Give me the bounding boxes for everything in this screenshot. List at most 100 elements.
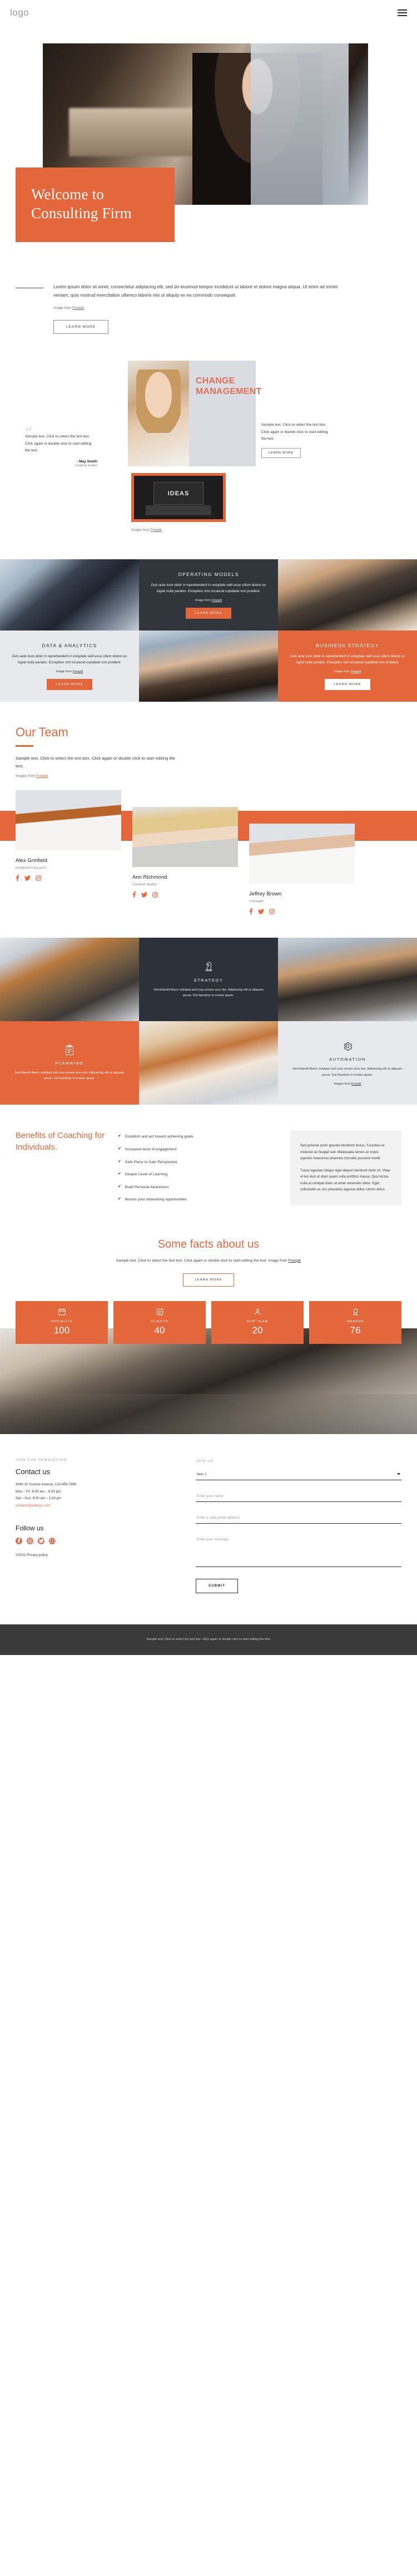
twitter-icon[interactable] bbox=[258, 909, 264, 914]
hero-learn-more-button[interactable]: LEARN MORE bbox=[53, 320, 109, 334]
counter-label: OUR TEAM bbox=[246, 1320, 269, 1324]
service-title: BUSINESS STRATEGY bbox=[316, 642, 379, 648]
hamburger-bar bbox=[398, 12, 407, 13]
hero-credit-link[interactable]: Freepik bbox=[72, 306, 84, 310]
hero-title-line1: Welcome to bbox=[31, 186, 105, 203]
twitter-icon[interactable] bbox=[24, 875, 31, 881]
benefit-label: Boosts your networking opportunities bbox=[125, 1198, 187, 1202]
team-underline bbox=[16, 745, 33, 747]
laptop-screen: IDEAS bbox=[153, 482, 203, 505]
feature-title: AUTOMATION bbox=[329, 1057, 366, 1062]
benefits-section: Benefits of Coaching for Individuals. ✔ E… bbox=[0, 1105, 417, 1209]
contact-phone: Mon – Fri: 9:00 am – 6:00 pm, bbox=[16, 1489, 62, 1494]
service-text: Duis aute irure dolor in reprehenderit i… bbox=[290, 654, 405, 665]
change-credit-link[interactable]: Freepik bbox=[151, 529, 162, 532]
submit-button[interactable]: SUBMIT bbox=[196, 1578, 239, 1593]
feature-text: Sed blandit libero volutpat sed cras orn… bbox=[153, 988, 264, 998]
facebook-icon[interactable] bbox=[132, 891, 136, 898]
contact-email[interactable]: contacts@esbnyc.com bbox=[16, 1504, 50, 1508]
service-credit: Image from Freepik bbox=[195, 599, 222, 602]
team-member-name: Jeffrey Brown bbox=[249, 890, 282, 897]
service-credit-link[interactable]: Freepik bbox=[73, 670, 83, 673]
service-credit-link[interactable]: Freepik bbox=[351, 670, 361, 673]
feature-text: Sed blandit libero volutpat sed cras orn… bbox=[14, 1071, 125, 1081]
hero-banner: Welcome to Consulting Firm bbox=[16, 168, 175, 242]
check-icon: ✔ bbox=[118, 1184, 121, 1189]
check-icon: ✔ bbox=[118, 1134, 121, 1139]
team-card: Ann Richmond creative leader bbox=[132, 807, 238, 898]
facebook-icon[interactable] bbox=[16, 1537, 22, 1544]
change-learn-more-button[interactable]: LEARN MORE bbox=[261, 447, 301, 458]
benefits-heading: Benefits of Coaching for Individuals. bbox=[16, 1131, 105, 1152]
check-icon: ✔ bbox=[118, 1197, 121, 1201]
benefit-item: ✔ Establish and act toward achieving goal… bbox=[118, 1134, 282, 1140]
team-member-name: Ann Richmond bbox=[132, 874, 167, 880]
twitter-icon[interactable] bbox=[141, 892, 147, 898]
change-title: CHANGE MANAGEMENT bbox=[196, 376, 324, 397]
team-credit: Images from Freepik bbox=[16, 774, 401, 778]
counter-label: PROJECTS bbox=[51, 1320, 73, 1324]
avatar bbox=[16, 790, 121, 851]
team-heading: Our Team bbox=[16, 725, 68, 740]
footer-social-links bbox=[16, 1537, 182, 1544]
service-credit-link[interactable]: Freepik bbox=[212, 599, 222, 602]
contact-section: JOIN OUR NEWSLETTER Contact us 3040 10 S… bbox=[0, 1434, 417, 1593]
change-right-text: Sample text. Click to select the text bo… bbox=[261, 423, 328, 441]
benefits-aside-p1: Sed pulvinar proin gravida hendrerit lec… bbox=[300, 1144, 385, 1161]
team-icon bbox=[215, 1308, 300, 1316]
clients-icon bbox=[117, 1308, 202, 1316]
email-field[interactable] bbox=[196, 1510, 401, 1524]
change-credit: Images from Freepik bbox=[131, 529, 162, 532]
avatar bbox=[249, 824, 355, 884]
landing-page: logo Welcome to Consulting Firm Lorem ip… bbox=[0, 0, 417, 1655]
change-right-block: Sample text. Click to select the text bo… bbox=[261, 422, 328, 458]
check-icon: ✔ bbox=[118, 1146, 121, 1151]
instagram-icon[interactable] bbox=[269, 909, 275, 914]
testimonial-author: - May Smith bbox=[76, 459, 97, 464]
counter-value: 40 bbox=[154, 1325, 165, 1336]
facts-credit-link[interactable]: Freepik bbox=[289, 1259, 301, 1263]
twitter-icon[interactable] bbox=[38, 1537, 44, 1544]
counter-label: AWARDS bbox=[346, 1320, 364, 1324]
feature-text: Sed blandit libero volutpat sed cras orn… bbox=[292, 1067, 403, 1077]
facts-learn-more-button[interactable]: LEARN MORE bbox=[183, 1273, 234, 1287]
instagram-icon[interactable] bbox=[152, 892, 158, 898]
contact-heading: Contact us bbox=[16, 1467, 51, 1476]
benefits-aside: Sed pulvinar proin gravida hendrerit lec… bbox=[290, 1130, 401, 1205]
youtube-icon[interactable] bbox=[49, 1537, 56, 1544]
hamburger-bar bbox=[398, 15, 407, 16]
facebook-icon[interactable] bbox=[249, 908, 253, 915]
change-title-line2: MANAGEMENT bbox=[196, 387, 262, 397]
facts-heading: Some facts about us bbox=[157, 1238, 260, 1250]
service-learn-more-button[interactable]: LEARN MORE bbox=[186, 607, 231, 619]
contact-address: 3040 10 Sunrise Avenue, 123-456-7890 bbox=[16, 1482, 77, 1486]
testimonial-block: “ Sample text. Click to select the text … bbox=[25, 424, 97, 467]
service-photo-bearded-man bbox=[139, 631, 278, 702]
service-text: Duis aute irure dolor in reprehenderit i… bbox=[151, 583, 266, 594]
service-learn-more-button[interactable]: LEARN MORE bbox=[325, 678, 370, 690]
counter-team: OUR TEAM 20 bbox=[211, 1301, 304, 1344]
feature-credit-link[interactable]: Freepik bbox=[351, 1082, 361, 1086]
team-social-links bbox=[16, 875, 121, 881]
testimonial-role: creative leader bbox=[75, 463, 97, 467]
feature-photo-redhead-woman bbox=[139, 1021, 278, 1105]
feature-card-strategy: STRATEGY Sed blandit libero volutpat sed… bbox=[139, 938, 278, 1022]
counter-value: 100 bbox=[53, 1325, 70, 1336]
hero-paragraph: Lorem ipsum dolor sit amet, consectetur … bbox=[53, 284, 338, 298]
instagram-icon[interactable] bbox=[27, 1537, 33, 1544]
hero-title-line2: Consulting Firm bbox=[31, 204, 132, 221]
check-icon: ✔ bbox=[118, 1172, 121, 1176]
service-learn-more-button[interactable]: LEARN MORE bbox=[47, 678, 92, 690]
instagram-icon[interactable] bbox=[36, 875, 41, 881]
site-logo[interactable]: logo bbox=[10, 7, 29, 18]
testimonial-text: Sample text. Click to select the text bo… bbox=[25, 435, 92, 452]
item-select[interactable]: Item 1 bbox=[196, 1469, 401, 1480]
team-credit-link[interactable]: Freepik bbox=[36, 774, 48, 778]
name-field[interactable] bbox=[196, 1489, 401, 1502]
clipboard-icon bbox=[64, 1045, 75, 1056]
hamburger-icon[interactable] bbox=[398, 9, 407, 16]
facebook-icon[interactable] bbox=[16, 875, 19, 881]
counter-clients: CLIENTS 40 bbox=[113, 1301, 206, 1344]
message-field[interactable] bbox=[196, 1532, 401, 1567]
team-credit-prefix: Images from bbox=[16, 774, 37, 779]
